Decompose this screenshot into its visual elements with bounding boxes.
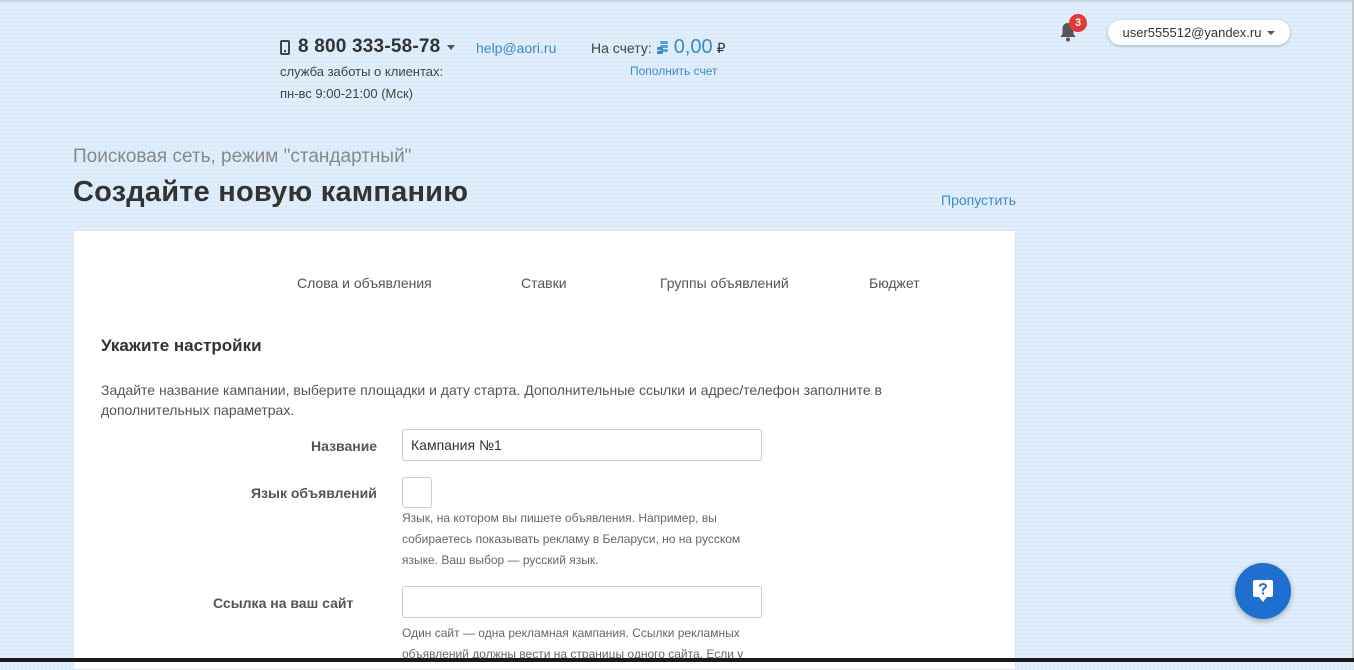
campaign-name-input[interactable] [402,429,762,461]
notification-badge: 3 [1069,14,1087,32]
campaign-name-label: Название [311,438,378,454]
coins-icon [656,41,668,54]
question-icon [1253,580,1273,602]
step-budget[interactable]: Бюджет [869,275,920,291]
balance-amount: 0,00 [673,36,713,58]
topup-link[interactable]: Пополнить счет [630,64,718,78]
page-title: Создайте новую кампанию [73,176,469,208]
currency-sign: ₽ [716,40,726,56]
step-bids[interactable]: Ставки [521,275,567,291]
ad-language-hint: Язык, на котором вы пишете объявления. Н… [402,511,741,567]
support-email-link[interactable]: help@aori.ru [476,40,556,56]
phone-icon [280,39,290,55]
ad-language-select[interactable] [402,477,432,508]
balance-label: На счету: [591,40,652,56]
step-ad-groups[interactable]: Группы объявлений [660,275,789,291]
top-border [0,0,1354,2]
section-description: Задайте название кампании, выберите площ… [101,382,882,418]
ad-language-label: Язык объявлений [251,485,377,501]
site-url-input[interactable] [402,586,762,618]
account-balance: На счету: 0,00 ₽ [591,36,726,59]
skip-link[interactable]: Пропустить [941,192,1016,208]
user-email: user555512@yandex.ru [1122,25,1262,40]
step-words-ads[interactable]: Слова и объявления [297,275,432,291]
section-title: Укажите настройки [101,336,262,355]
support-hours: пн-вс 9:00-21:00 (Мск) [280,86,414,101]
help-button[interactable] [1235,563,1291,619]
phone-number: 8 800 333-58-78 [298,36,441,57]
phone-dropdown[interactable]: 8 800 333-58-78 [280,36,456,58]
user-menu-button[interactable]: user555512@yandex.ru [1108,20,1290,45]
window-bottom-edge [0,658,1354,662]
support-label: служба заботы о клиентах: [280,64,444,79]
chevron-down-icon [1267,30,1276,35]
page-subtitle: Поисковая сеть, режим "стандартный" [73,146,412,167]
site-url-label: Ссылка на ваш сайт [213,595,354,611]
chevron-down-icon [447,44,456,50]
